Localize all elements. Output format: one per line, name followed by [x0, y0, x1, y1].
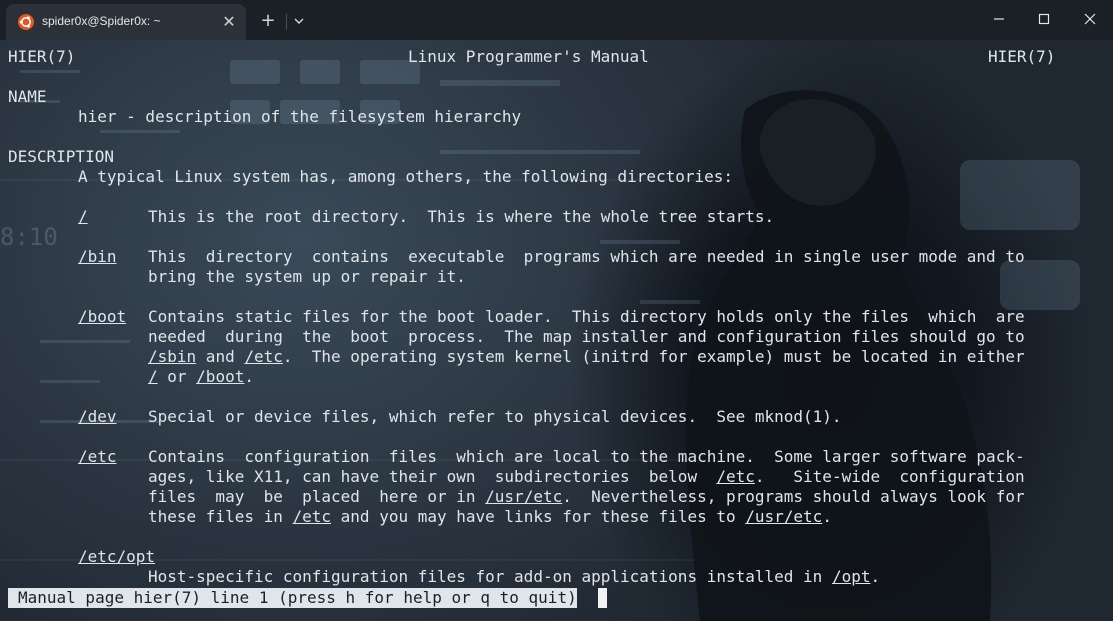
etc2-pre: ages, like X11, can have their own subdi…: [148, 467, 717, 486]
boot-and: and: [196, 347, 245, 366]
dir-etc-opt-text: Host-specific configuration files for ad…: [148, 567, 880, 587]
dir-bin-text-2: bring the system up or repair it.: [148, 267, 466, 286]
tab-close-icon[interactable]: ✕: [220, 13, 238, 31]
link-root: /: [148, 367, 158, 386]
etc2-post: . Site-wide configuration: [754, 467, 1025, 486]
dir-root: /: [78, 207, 88, 226]
section-heading-description: DESCRIPTION: [8, 147, 114, 166]
ubuntu-logo-icon: [18, 14, 34, 30]
dir-etc-opt: /etc/opt: [78, 547, 156, 566]
link-boot: /boot: [196, 367, 245, 386]
etc4-mid: and you may have links for these files t…: [331, 507, 746, 526]
dir-dev: /dev: [78, 407, 117, 426]
dir-etc-text-1: Contains configuration files which are l…: [148, 447, 1025, 466]
dir-dev-text: Special or device files, which refer to …: [148, 407, 842, 426]
dir-bin-text-1: This directory contains executable progr…: [148, 247, 1025, 266]
close-icon[interactable]: [1079, 8, 1101, 30]
pager-status-bar: Manual page hier(7) line 1 (press h for …: [8, 588, 577, 608]
etc3-pre: files may be placed here or in: [148, 487, 486, 506]
tab-separator: [286, 14, 287, 30]
terminal-tab[interactable]: spider0x@Spider0x: ~ ✕: [6, 4, 246, 40]
dir-boot: /boot: [78, 307, 127, 326]
link-opt: /opt: [831, 567, 871, 586]
terminal-cursor: [598, 588, 607, 608]
dir-etc-text-2: ages, like X11, can have their own subdi…: [148, 467, 1025, 487]
dir-boot-text-3: /sbin and /etc. The operating system ker…: [148, 347, 1025, 367]
dir-boot-text-4: / or /boot.: [148, 367, 254, 387]
header-left: HIER(7): [8, 47, 76, 66]
link-usr-etc: /usr/etc: [485, 487, 563, 506]
etc4-pre: these files in: [148, 507, 293, 526]
link-sbin: /sbin: [148, 347, 197, 366]
link-usr-etc-2: /usr/etc: [745, 507, 823, 526]
dir-boot-text-2: needed during the boot process. The map …: [148, 327, 1025, 346]
dir-boot-text-1: Contains static files for the boot loade…: [148, 307, 1025, 326]
name-text: hier - description of the filesystem hie…: [78, 107, 522, 126]
chevron-down-icon[interactable]: [290, 12, 308, 30]
man-header: HIER(7): [8, 47, 75, 67]
boot-rest: . The operating system kernel (initrd fo…: [282, 347, 1025, 366]
etcopt-pre: Host-specific configuration files for ad…: [148, 567, 832, 586]
link-etc: /etc: [244, 347, 283, 366]
dir-bin: /bin: [78, 247, 117, 266]
etcopt-end: .: [870, 567, 881, 586]
dir-etc-text-3: files may be placed here or in /usr/etc.…: [148, 487, 1025, 507]
dir-root-text: This is the root directory. This is wher…: [148, 207, 775, 226]
dir-etc-text-4: these files in /etc and you may have lin…: [148, 507, 832, 527]
tab-title: spider0x@Spider0x: ~: [42, 14, 161, 28]
boot-or: or: [157, 367, 197, 386]
link-etc-2: /etc: [716, 467, 755, 486]
new-tab-button[interactable]: +: [258, 11, 278, 31]
title-bar: spider0x@Spider0x: ~ ✕ +: [0, 0, 1113, 40]
maximize-icon[interactable]: [1033, 8, 1055, 30]
description-intro: A typical Linux system has, among others…: [78, 167, 734, 186]
man-header-right: HIER(7): [988, 47, 1056, 66]
link-etc-3: /etc: [292, 507, 332, 526]
etc3-post: . Nevertheless, programs should always l…: [562, 487, 1025, 506]
section-heading-name: NAME: [8, 87, 47, 106]
etc4-end: .: [822, 507, 832, 526]
minimize-icon[interactable]: [988, 8, 1010, 30]
dir-etc: /etc: [78, 447, 117, 466]
boot-end: .: [244, 367, 254, 386]
svg-text:8:10: 8:10: [0, 223, 58, 251]
terminal-viewport[interactable]: 8:10 HIER(7) Linux Programmer's Manual H…: [0, 40, 1113, 621]
man-header-center: Linux Programmer's Manual: [408, 47, 649, 66]
